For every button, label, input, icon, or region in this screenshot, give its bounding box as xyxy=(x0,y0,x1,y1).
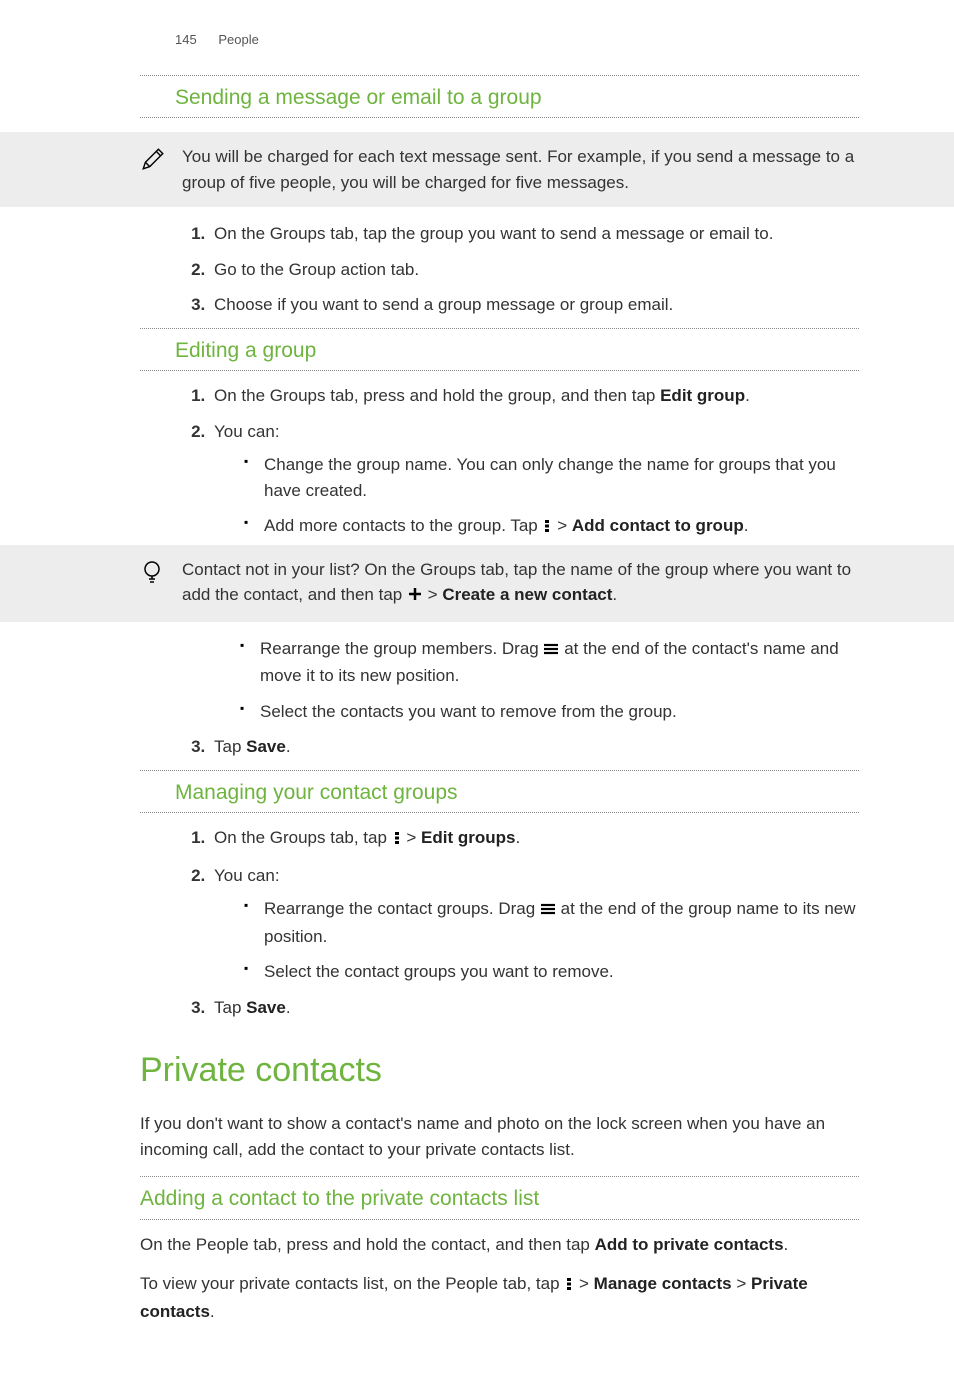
step-item: On the Groups tab, tap the group you wan… xyxy=(210,221,859,247)
page-header: 145 People xyxy=(175,30,859,50)
pencil-icon xyxy=(140,144,168,180)
overflow-menu-icon xyxy=(564,1273,574,1299)
bold-save: Save xyxy=(246,737,286,756)
bold-add-private: Add to private contacts xyxy=(595,1235,784,1254)
drag-handle-icon xyxy=(540,898,556,924)
bold-manage-contacts: Manage contacts xyxy=(594,1274,732,1293)
bullets-editing-cont: Rearrange the group members. Drag at the… xyxy=(140,636,859,725)
step-item: You can: Rearrange the contact groups. D… xyxy=(210,863,859,985)
drag-handle-icon xyxy=(543,638,559,664)
heading-private-contacts: Private contacts xyxy=(140,1045,859,1096)
bold-create-contact: Create a new contact xyxy=(442,585,612,604)
heading-adding-private: Adding a contact to the private contacts… xyxy=(140,1183,859,1215)
steps-editing-end: Tap Save. xyxy=(140,734,859,760)
tip-callout: Contact not in your list? On the Groups … xyxy=(0,545,954,622)
note-callout: You will be charged for each text messag… xyxy=(0,132,954,207)
heading-editing-group: Editing a group xyxy=(175,335,859,367)
overflow-menu-icon xyxy=(542,515,552,541)
private-intro: If you don't want to show a contact's na… xyxy=(140,1111,859,1162)
page-section: People xyxy=(218,32,258,47)
note-text: You will be charged for each text messag… xyxy=(182,144,859,195)
private-p2: To view your private contacts list, on t… xyxy=(140,1271,859,1324)
tip-text: Contact not in your list? On the Groups … xyxy=(182,557,859,610)
overflow-menu-icon xyxy=(392,827,402,853)
bullet-item: Select the contacts you want to remove f… xyxy=(240,699,859,725)
page-number: 145 xyxy=(175,32,197,47)
private-p1: On the People tab, press and hold the co… xyxy=(140,1232,859,1258)
steps-managing: On the Groups tab, tap > Edit groups. Yo… xyxy=(140,825,859,1020)
bullet-item: Rearrange the contact groups. Drag at th… xyxy=(244,896,859,949)
heading-managing-groups: Managing your contact groups xyxy=(175,777,859,809)
heading-sending-message: Sending a message or email to a group xyxy=(175,82,859,114)
steps-sending: On the Groups tab, tap the group you wan… xyxy=(140,221,859,318)
bullet-item: Add more contacts to the group. Tap > Ad… xyxy=(244,513,859,541)
step-item: On the Groups tab, press and hold the gr… xyxy=(210,383,859,409)
steps-editing: On the Groups tab, press and hold the gr… xyxy=(140,383,859,541)
bold-save: Save xyxy=(246,998,286,1017)
step-item: Go to the Group action tab. xyxy=(210,257,859,283)
bold-edit-group: Edit group xyxy=(660,386,745,405)
plus-icon xyxy=(407,584,423,610)
bullet-item: Select the contact groups you want to re… xyxy=(244,959,859,985)
bold-add-contact: Add contact to group xyxy=(572,516,744,535)
step-item: Choose if you want to send a group messa… xyxy=(210,292,859,318)
step-item: You can: Change the group name. You can … xyxy=(210,419,859,541)
bullet-item: Change the group name. You can only chan… xyxy=(244,452,859,503)
lightbulb-icon xyxy=(140,557,168,593)
bold-edit-groups: Edit groups xyxy=(421,828,515,847)
step-item: On the Groups tab, tap > Edit groups. xyxy=(210,825,859,853)
step-item: Tap Save. xyxy=(210,734,859,760)
bullet-item: Rearrange the group members. Drag at the… xyxy=(240,636,859,689)
step-item: Tap Save. xyxy=(210,995,859,1021)
